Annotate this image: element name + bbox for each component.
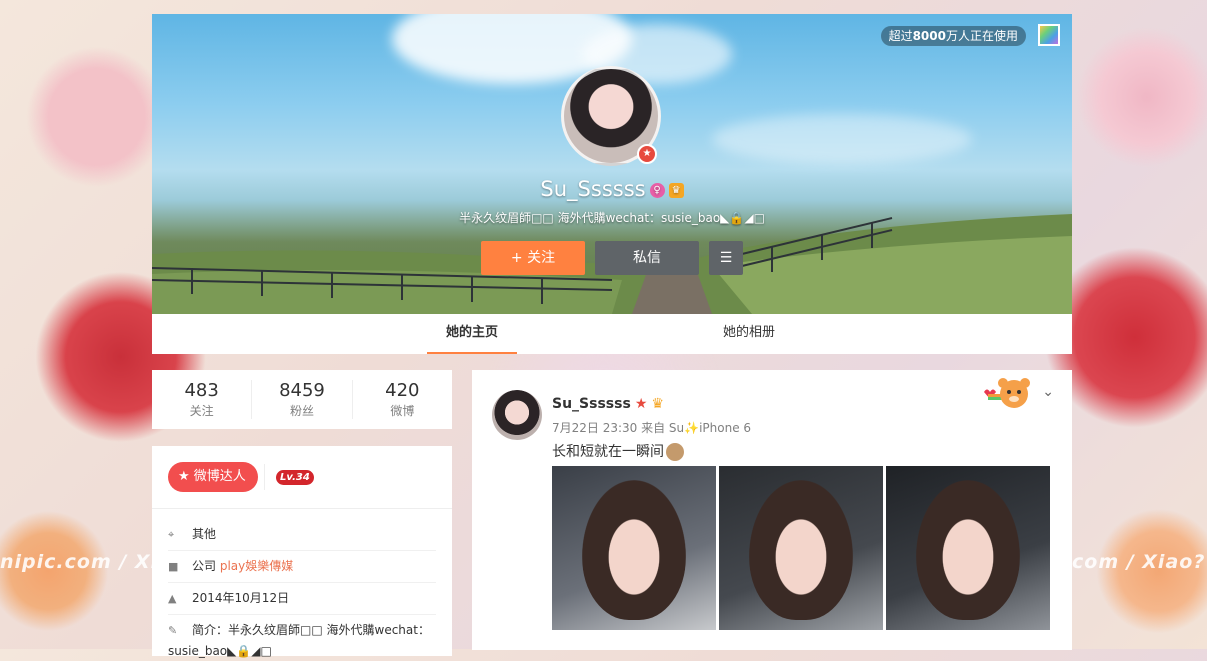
talent-badge-label: 微博达人 <box>193 469 246 484</box>
feed-card: Su_Ssssss ★ ♛ 7月22日 23:30 来自 Su✨iPhone 6 长… <box>472 370 1072 650</box>
cake-icon: ▲ <box>168 592 177 605</box>
profile-cover: 超过8000万人正在使用 ★ Su_Ssssss ♀ ♛ 半永久纹眉師□□ 海外代購… <box>152 14 1072 314</box>
divider <box>152 508 452 509</box>
count-number: 420 <box>385 380 420 401</box>
info-intro: ✎ 简介：半永久纹眉師□□ 海外代購wechat： susie_bao◣🔒◢□ <box>168 623 430 658</box>
talent-badge[interactable]: ★ 微博达人 <box>168 462 258 492</box>
feed-photo[interactable] <box>886 466 1050 630</box>
count-label: 粉丝 <box>289 404 314 418</box>
gender-female-icon: ♀ <box>649 182 665 198</box>
count-followers[interactable]: 8459 粉丝 <box>252 380 353 419</box>
count-following[interactable]: 483 关注 <box>152 380 253 419</box>
message-button[interactable]: 私信 <box>595 241 699 275</box>
level-badge[interactable]: Lv.34 <box>276 470 314 485</box>
dog-emoji-icon <box>666 443 684 461</box>
feed-photo[interactable] <box>552 466 716 630</box>
verified-star-icon: ★ <box>634 396 648 412</box>
briefcase-icon: ■ <box>168 560 179 573</box>
count-label: 微博 <box>390 404 415 418</box>
tab-home[interactable]: 她的主页 <box>427 314 517 354</box>
member-crown-icon: ♛ <box>668 182 684 198</box>
info-birthday: ▲ 2014年10月12日 <box>168 582 436 615</box>
profile-tabs: 她的主页 她的相册 <box>152 314 1072 354</box>
feed-meta: 7月22日 23:30 来自 Su✨iPhone 6 <box>552 421 752 435</box>
feed-avatar[interactable] <box>492 390 542 440</box>
tab-album[interactable]: 她的相册 <box>704 314 794 354</box>
location-pin-icon: ⌖ <box>168 528 175 541</box>
profile-counts: 483 关注 8459 粉丝 420 微博 <box>152 370 452 429</box>
info-company: ■ 公司 play娛樂傳媒 <box>168 550 436 583</box>
watermark-right: com / Xiao? <box>1072 551 1206 573</box>
bear-sticker-icon <box>982 376 1032 410</box>
verified-star-icon: ★ <box>637 144 657 164</box>
follow-button[interactable]: + 关注 <box>481 241 585 275</box>
feed-text: 长和短就在一瞬间 <box>552 441 684 461</box>
info-location: ⌖ 其他 <box>168 518 436 551</box>
divider <box>264 464 265 490</box>
usage-badge: 超过8000万人正在使用 <box>880 26 1026 46</box>
count-number: 8459 <box>279 380 325 401</box>
count-posts[interactable]: 420 微博 <box>353 380 452 419</box>
feed-author[interactable]: Su_Ssssss ★ ♛ <box>552 396 664 412</box>
cover-template-icon[interactable] <box>1038 24 1060 46</box>
menu-icon: ☰ <box>719 250 733 266</box>
profile-bio: 半永久纹眉師□□ 海外代購wechat：susie_bao◣🔒◢□ <box>459 211 765 225</box>
edit-icon: ✎ <box>168 624 178 637</box>
profile-info-card: ★ 微博达人 Lv.34 ⌖ 其他 ■ 公司 play娛樂傳媒 ▲ 2014年10月1… <box>152 446 452 658</box>
star-icon: ★ <box>178 469 190 484</box>
member-crown-icon: ♛ <box>651 396 664 412</box>
more-menu-button[interactable]: ☰ <box>709 241 743 275</box>
count-label: 关注 <box>189 404 214 418</box>
chevron-down-icon[interactable]: ⌄ <box>1042 384 1054 400</box>
company-link[interactable]: play娛樂傳媒 <box>220 559 293 573</box>
feed-photo[interactable] <box>719 466 883 630</box>
count-number: 483 <box>184 380 219 401</box>
profile-screen-name: Su_Ssssss ♀ ♛ <box>152 177 1072 201</box>
